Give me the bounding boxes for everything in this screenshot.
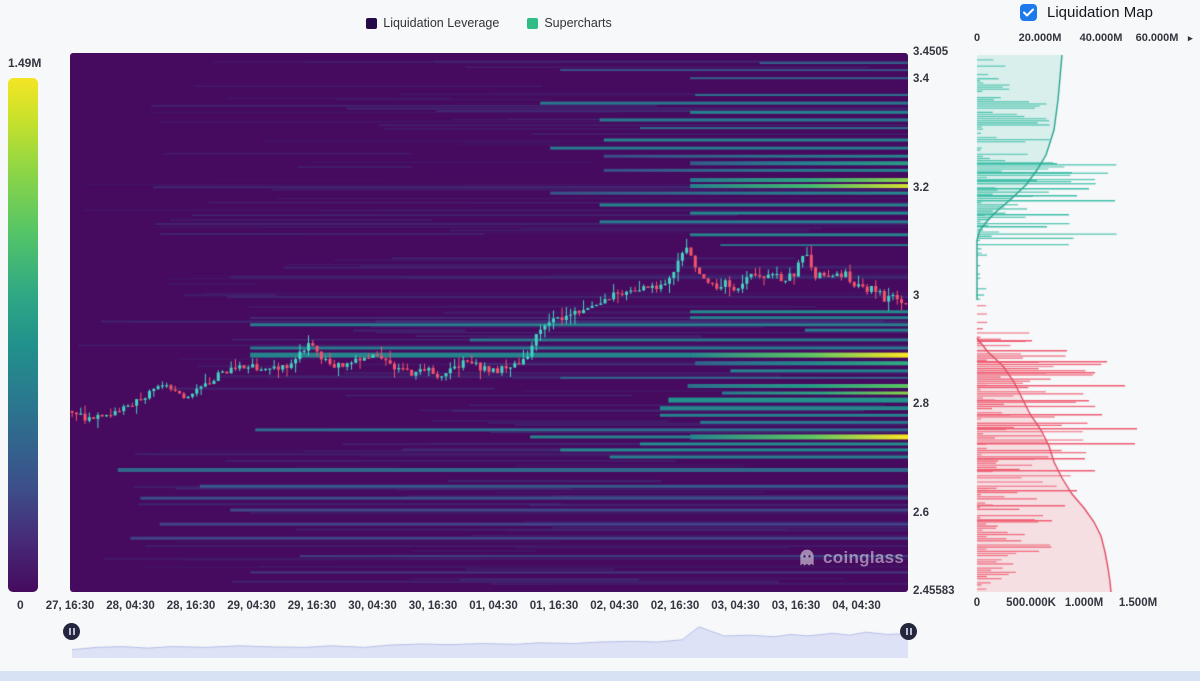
price-axis-tick: 2.6 [913,507,929,519]
liq-map-bottom-axis-tick: 0 [932,597,1022,609]
price-axis-tick: 2.8 [913,398,929,410]
time-axis-tick: 01, 04:30 [452,600,536,612]
time-axis-tick: 29, 04:30 [210,600,294,612]
price-axis-tick: 3.4505 [913,46,948,58]
navigator-left-handle[interactable] [63,623,80,640]
supercharts-swatch-icon [527,18,538,29]
chart-legend: Liquidation Leverage Supercharts [70,16,908,30]
liq-map-bottom-axis-tick: 1.000M [1039,597,1129,609]
time-axis-tick: 29, 16:30 [270,600,354,612]
price-axis-tick: 3 [913,290,919,302]
grip-icon [69,628,71,635]
time-axis-tick: 04, 04:30 [815,600,899,612]
time-axis-tick: 01, 16:30 [512,600,596,612]
time-axis-tick: 03, 04:30 [694,600,778,612]
price-axis-tick: 2.45583 [913,585,955,597]
axis-arrow-icon: ▸ [1188,33,1193,44]
time-axis-tick: 02, 04:30 [573,600,657,612]
legend-item-liquidation-leverage[interactable]: Liquidation Leverage [366,16,499,30]
time-axis-tick: 28, 16:30 [149,600,233,612]
legend-label: Supercharts [544,16,611,30]
navigator-right-handle[interactable] [900,623,917,640]
time-axis-tick: 27, 16:30 [28,600,112,612]
colorbar [8,78,38,592]
price-axis-tick: 3.4 [913,73,929,85]
liq-map-top-axis-tick: 60.000M [1112,32,1200,44]
time-axis-tick: 03, 16:30 [754,600,838,612]
liquidation-map-canvas[interactable] [965,45,1200,592]
liquidation-leverage-swatch-icon [366,18,377,29]
navigator-canvas[interactable] [72,620,908,658]
liq-map-top-axis-tick: 20.000M [995,32,1085,44]
grip-icon [906,628,908,635]
price-axis-tick: 3.2 [913,182,929,194]
colorbar-max-label: 1.49M [8,56,41,70]
legend-item-supercharts[interactable]: Supercharts [527,16,611,30]
bottom-scroll-strip[interactable] [0,671,1200,681]
time-axis-tick: 30, 04:30 [331,600,415,612]
liq-map-top-axis-tick: 40.000M [1056,32,1146,44]
legend-label: Liquidation Leverage [383,16,499,30]
liq-map-top-axis-tick: 0 [932,32,1022,44]
time-axis-tick: 30, 16:30 [391,600,475,612]
checkbox-checked-icon[interactable] [1020,4,1037,21]
time-axis-tick: 28, 04:30 [89,600,173,612]
time-axis-tick: 02, 16:30 [633,600,717,612]
liquidation-map-toggle[interactable]: Liquidation Map [1020,4,1153,21]
colorbar-min-label: 0 [17,598,24,612]
liquidation-map-toggle-label: Liquidation Map [1047,4,1153,21]
liquidation-heatmap-canvas[interactable] [70,53,908,592]
liq-map-bottom-axis-tick: 500.000K [986,597,1076,609]
liquidation-heatmap-page: Liquidation Leverage Supercharts Liquida… [0,0,1200,681]
liq-map-bottom-axis-tick: 1.500M [1093,597,1183,609]
